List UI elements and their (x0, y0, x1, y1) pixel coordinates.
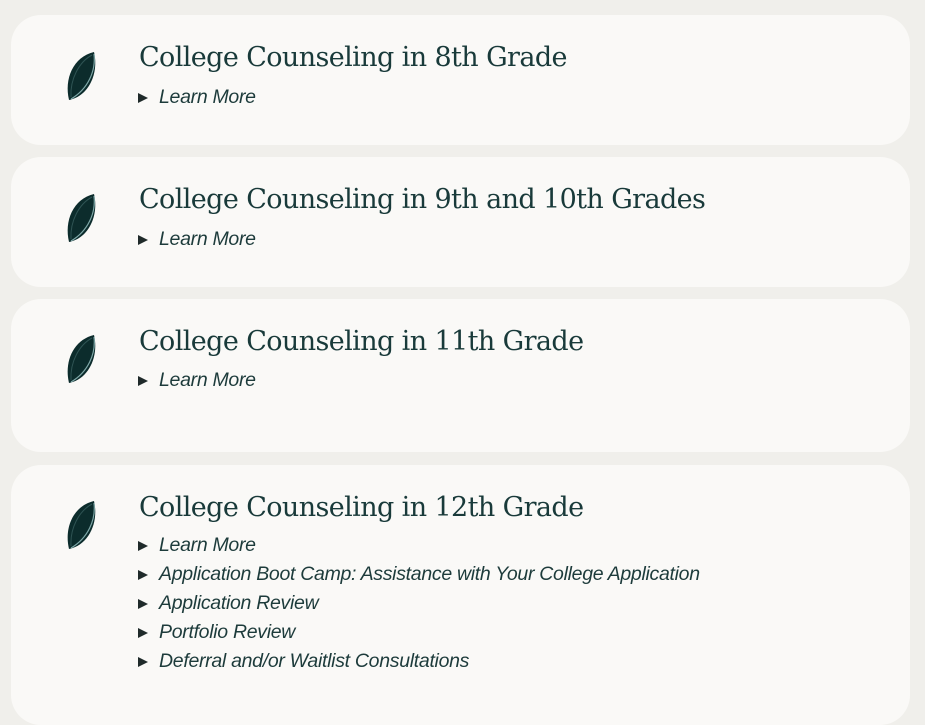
play-triangle-icon (138, 656, 148, 667)
learn-more-link[interactable]: Learn More (138, 225, 256, 254)
link-list: Learn More (138, 83, 256, 112)
service-card: College Counseling in 11th Grade Learn M… (11, 299, 910, 452)
service-card: College Counseling in 8th Grade Learn Mo… (11, 15, 910, 145)
card-title: College Counseling in 9th and 10th Grade… (139, 184, 706, 215)
link-label: Learn More (159, 86, 256, 108)
link-list: Learn More (138, 366, 256, 395)
service-card: College Counseling in 9th and 10th Grade… (11, 157, 910, 287)
application-review-link[interactable]: Application Review (138, 589, 700, 618)
learn-more-link[interactable]: Learn More (138, 531, 700, 560)
link-list: Learn More (138, 225, 256, 254)
card-title: College Counseling in 8th Grade (139, 42, 568, 73)
play-triangle-icon (138, 92, 148, 103)
portfolio-review-link[interactable]: Portfolio Review (138, 618, 700, 647)
play-triangle-icon (138, 540, 148, 551)
link-label: Learn More (159, 228, 256, 250)
leaf-icon (67, 194, 96, 242)
card-title: College Counseling in 11th Grade (139, 326, 584, 357)
leaf-icon (67, 52, 96, 100)
link-label: Deferral and/or Waitlist Consultations (159, 650, 470, 672)
link-label: Learn More (159, 534, 256, 556)
leaf-icon (67, 335, 96, 383)
play-triangle-icon (138, 234, 148, 245)
application-boot-camp-link[interactable]: Application Boot Camp: Assistance with Y… (138, 560, 700, 589)
leaf-icon (67, 501, 96, 549)
service-card: College Counseling in 12th Grade Learn M… (11, 465, 910, 725)
learn-more-link[interactable]: Learn More (138, 366, 256, 395)
link-label: Application Boot Camp: Assistance with Y… (159, 563, 700, 585)
play-triangle-icon (138, 598, 148, 609)
play-triangle-icon (138, 627, 148, 638)
link-list: Learn More Application Boot Camp: Assist… (138, 531, 700, 676)
play-triangle-icon (138, 375, 148, 386)
play-triangle-icon (138, 569, 148, 580)
deferral-waitlist-link[interactable]: Deferral and/or Waitlist Consultations (138, 647, 700, 676)
card-title: College Counseling in 12th Grade (139, 492, 584, 523)
link-label: Portfolio Review (159, 621, 296, 643)
link-label: Learn More (159, 369, 256, 391)
learn-more-link[interactable]: Learn More (138, 83, 256, 112)
link-label: Application Review (159, 592, 319, 614)
